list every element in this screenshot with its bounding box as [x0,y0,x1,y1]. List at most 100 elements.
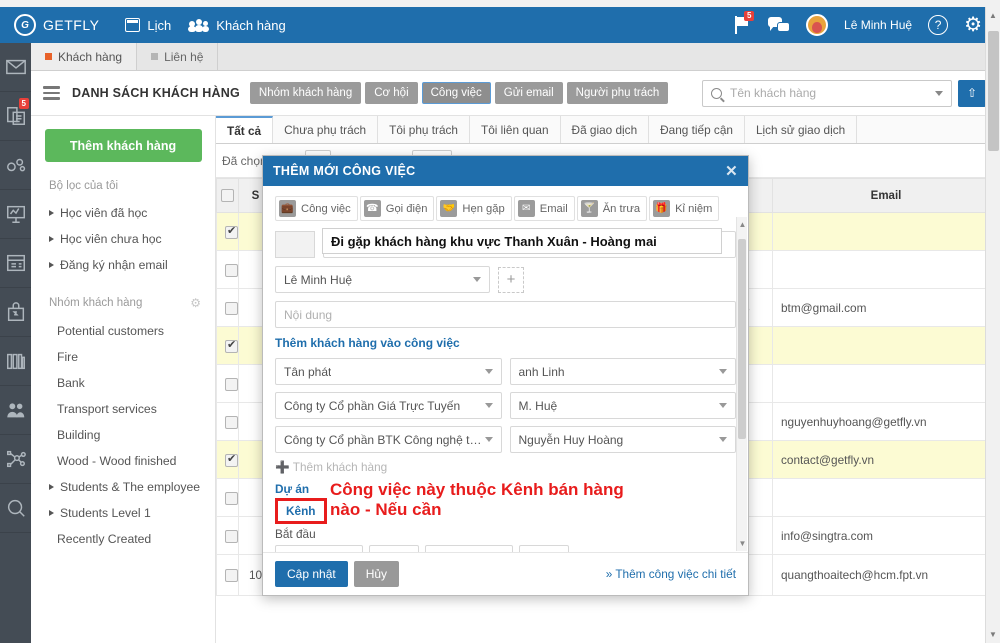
content-tab-toi-lien-quan[interactable]: Tôi liên quan [469,116,561,143]
scroll-down-icon[interactable]: ▼ [738,538,747,549]
end-date-input[interactable]: 23/03/2015 📅 [425,545,513,552]
sidebar-item-hoc-vien-chua-hoc[interactable]: Học viên chưa học [31,226,215,252]
th-select[interactable] [216,178,239,213]
rail-item-list[interactable] [0,239,31,288]
scroll-down-icon[interactable]: ▼ [989,630,997,639]
task-thumbnail[interactable] [275,231,315,258]
button-gui-email[interactable]: Gửi email [494,82,563,104]
modal-scrollbar[interactable]: ▲ ▼ [736,217,747,551]
button-nhom-khach-hang[interactable]: Nhóm khách hàng [249,82,362,104]
nav-item-lich[interactable]: Lịch [125,18,171,33]
row-checkbox[interactable] [225,569,238,583]
scroll-up-icon[interactable]: ▲ [989,11,997,20]
add-customer-link[interactable]: ➕ Thêm khách hàng [275,460,736,474]
task-type-ki-niem[interactable]: 🎁 Kỉ niệm [649,196,720,221]
content-tab-lich-su-giao-dich[interactable]: Lịch sử giao dịch [744,116,858,143]
row-checkbox[interactable] [225,491,238,505]
sidebar-item-fire[interactable]: Fire [31,344,215,370]
sidebar-item-wood[interactable]: Wood - Wood finished [31,448,215,474]
import-button[interactable]: ⇧ [958,79,986,107]
channel-label[interactable]: Kênh [275,498,327,524]
hamburger-icon[interactable] [43,83,60,103]
sidebar-item-hoc-vien-da-hoc[interactable]: Học viên đã học [31,200,215,226]
scroll-up-icon[interactable]: ▲ [738,219,747,230]
rail-item-gears[interactable] [0,141,31,190]
task-content-input[interactable]: Nội dung [275,301,736,328]
add-customer-button[interactable]: Thêm khách hàng [44,129,202,162]
search-input[interactable] [728,85,929,101]
start-time-input[interactable]: 00:00 [369,545,419,552]
row-checkbox[interactable] [225,415,238,429]
detailed-task-link[interactable]: » Thêm công việc chi tiết [606,567,736,581]
calendar-icon[interactable]: 📅 [492,552,506,553]
gear-icon[interactable]: ⚙ [964,15,982,35]
all-day-checkbox[interactable] [583,551,596,552]
start-date-input[interactable]: 23/03/2015 📅 [275,545,363,552]
chat-icon[interactable] [768,16,791,34]
cancel-button[interactable]: Hủy [353,561,400,587]
rail-item-sales[interactable] [0,288,31,337]
rail-item-network[interactable] [0,435,31,484]
page-scrollbar[interactable]: ▲ ▼ [985,7,1000,643]
rail-item-documents[interactable]: 5 [0,92,31,141]
row-checkbox[interactable] [225,452,238,467]
nav-item-khach-hang[interactable]: Khách hàng [188,18,286,33]
rail-item-reports[interactable] [0,190,31,239]
rail-item-search[interactable] [0,484,31,533]
close-icon[interactable]: ✕ [725,162,738,180]
task-type-email[interactable]: ✉ Email [513,196,575,221]
content-tab-dang-tiep-can[interactable]: Đang tiếp cận [649,116,745,143]
add-assignee-button[interactable]: + [498,266,524,293]
row-checkbox[interactable] [225,529,238,543]
customer-contact-select[interactable]: M. Huệ [509,392,736,419]
row-checkbox[interactable] [225,224,238,239]
task-type-an-trua[interactable]: 🍸 Ăn trưa [576,196,648,221]
chevron-down-icon[interactable] [935,90,943,96]
task-type-goi-dien[interactable]: ☎ Gọi điện [359,196,435,221]
customer-contact-select[interactable]: anh Linh [509,358,736,385]
customer-company-select[interactable]: Công ty Cổ phần Giá Trực Tuyến [275,392,502,419]
task-type-hen-gap[interactable]: 🤝 Hẹn gặp [436,196,512,221]
flag-icon[interactable]: 5 [735,11,755,34]
submit-button[interactable]: Cập nhật [275,561,348,587]
search-box[interactable] [702,79,952,107]
page-scrollbar-thumb[interactable] [988,31,999,151]
avatar[interactable] [806,14,829,36]
assignee-select[interactable]: Lê Minh Huệ [275,266,490,293]
sidebar-item-potential-customers[interactable]: Potential customers [31,318,215,344]
customer-company-select[interactable]: Công ty Cổ phần BTK Công nghệ thông tin [275,426,502,453]
calendar-icon[interactable]: 📅 [342,552,356,553]
button-nguoi-phu-trach[interactable]: Người phụ trách [566,82,669,104]
scrollbar-thumb[interactable] [738,239,746,439]
customer-company-select[interactable]: Tân phát [275,358,502,385]
brand[interactable]: G GETFLY [14,14,99,36]
content-tab-toi-phu-trach[interactable]: Tôi phụ trách [378,116,470,143]
rail-item-people[interactable] [0,386,31,435]
content-tab-tat-ca[interactable]: Tất cả [216,116,274,143]
customer-contact-select[interactable]: Nguyễn Huy Hoàng [509,426,736,453]
all-day-toggle[interactable]: Cả ngày [583,551,645,552]
button-co-hoi[interactable]: Cơ hội [365,82,418,104]
select-all-checkbox[interactable] [221,189,234,202]
sidebar-item-students-level-1[interactable]: Students Level 1 [31,500,215,526]
sidebar-item-transport-services[interactable]: Transport services [31,396,215,422]
button-cong-viec[interactable]: Công việc [421,82,491,104]
task-type-cong-viec[interactable]: 💼 Công việc [275,196,358,221]
end-time-input[interactable]: 23:59 [519,545,569,552]
th-email[interactable]: Email [772,178,1000,213]
sidebar-item-students-employee[interactable]: Students & The employee [31,474,215,500]
tab-lien-he[interactable]: Liên hệ [137,43,219,70]
sidebar-item-dang-ky-nhan-email[interactable]: Đăng ký nhận email [31,252,215,278]
row-checkbox[interactable] [225,338,238,353]
help-icon[interactable]: ? [928,15,949,35]
content-tab-da-giao-dich[interactable]: Đã giao dịch [560,116,650,143]
row-checkbox[interactable] [225,377,238,391]
row-checkbox[interactable] [225,263,238,277]
sidebar-item-bank[interactable]: Bank [31,370,215,396]
content-tab-chua-phu-trach[interactable]: Chưa phụ trách [273,116,379,143]
user-name[interactable]: Lê Minh Huệ [844,18,912,32]
rail-item-mail[interactable] [0,43,31,92]
rail-item-library[interactable] [0,337,31,386]
tab-khach-hang[interactable]: Khách hàng [31,43,138,70]
row-checkbox[interactable] [225,301,238,315]
